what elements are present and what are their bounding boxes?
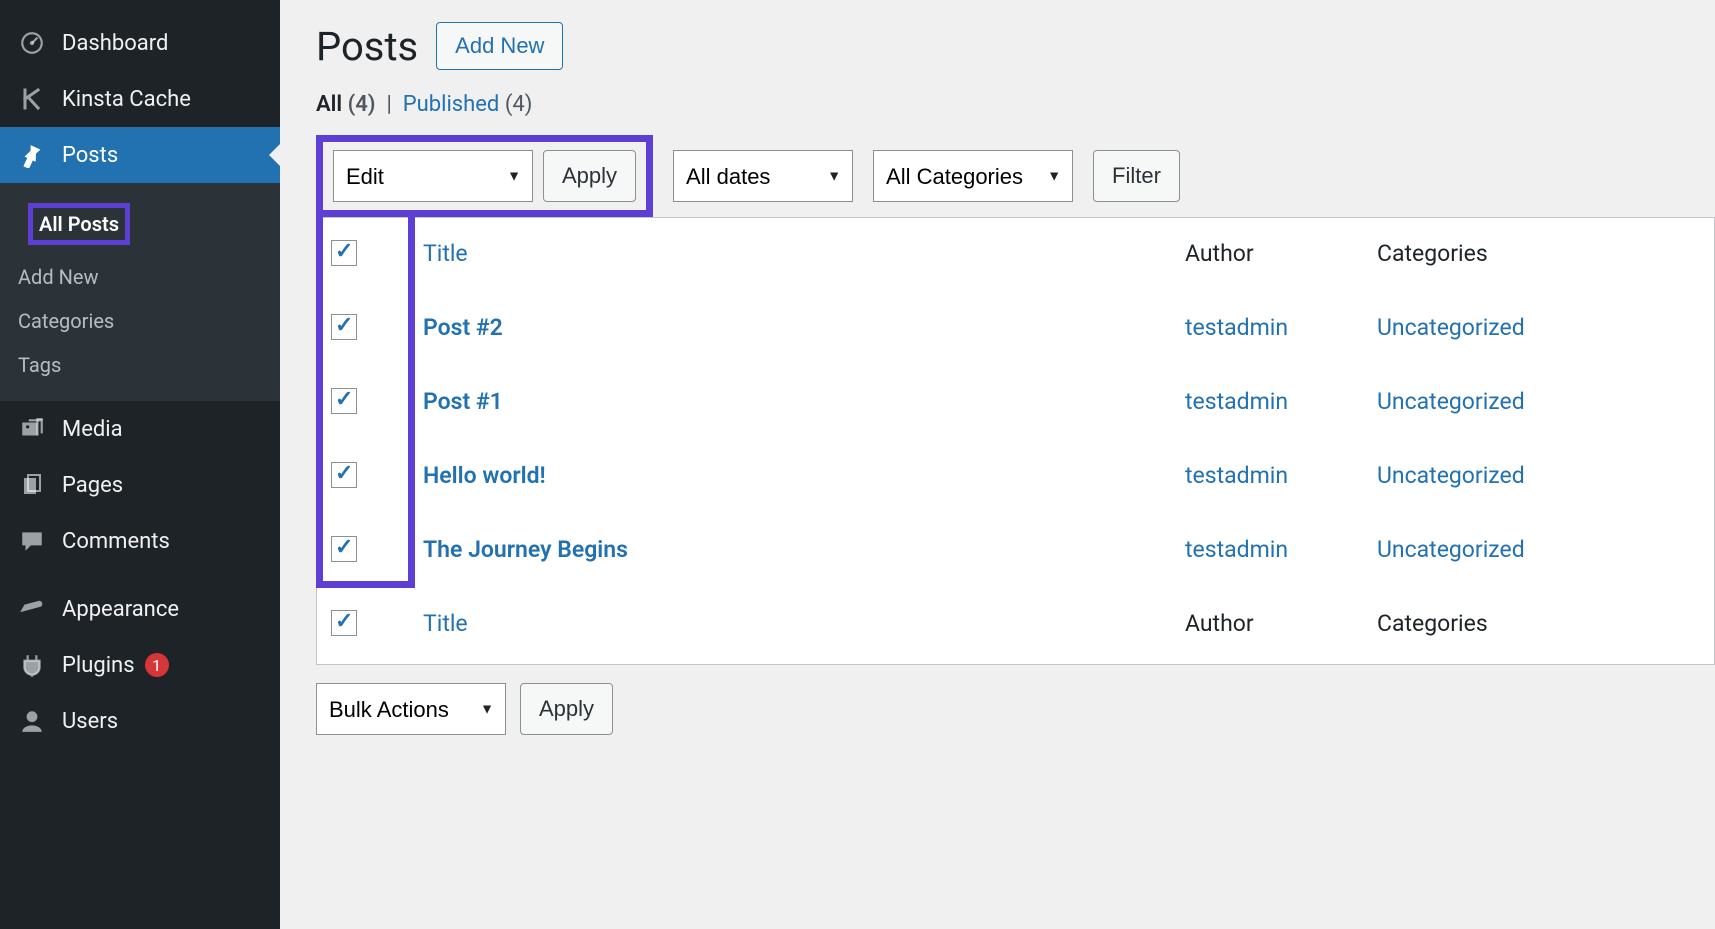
page-title: Posts	[316, 23, 418, 70]
sidebar-item-comments[interactable]: Comments	[0, 513, 280, 569]
appearance-icon	[18, 595, 46, 623]
table-row: Hello world! testadmin Uncategorized	[319, 442, 1712, 514]
comments-icon	[18, 527, 46, 555]
sidebar-item-dashboard[interactable]: Dashboard	[0, 15, 280, 71]
sidebar-item-users[interactable]: Users	[0, 693, 280, 749]
table-row: Post #2 testadmin Uncategorized	[319, 294, 1712, 366]
sidebar-item-appearance[interactable]: Appearance	[0, 581, 280, 637]
main-content: Posts Add New All (4) | Published (4) Ed…	[280, 0, 1715, 929]
sidebar-label: Appearance	[62, 597, 179, 622]
filter-published[interactable]: Published (4)	[403, 92, 533, 117]
status-filters: All (4) | Published (4)	[316, 92, 1715, 117]
column-title-footer[interactable]: Title	[423, 610, 468, 637]
column-author[interactable]: Author	[1173, 220, 1363, 292]
sidebar-item-plugins[interactable]: Plugins 1	[0, 637, 280, 693]
select-all-checkbox-top[interactable]	[331, 240, 357, 266]
post-author-link[interactable]: testadmin	[1185, 388, 1288, 415]
kinsta-icon	[18, 85, 46, 113]
column-categories-footer[interactable]: Categories	[1365, 590, 1712, 662]
sidebar-label: Kinsta Cache	[62, 87, 191, 112]
sidebar-label: Media	[62, 417, 123, 442]
submenu-all-posts[interactable]: All Posts	[0, 193, 280, 255]
sidebar-label: Comments	[62, 529, 170, 554]
filter-button[interactable]: Filter	[1093, 150, 1180, 202]
posts-table: Title Author Categories Post #2 testadmin…	[316, 217, 1715, 665]
post-title-link[interactable]: The Journey Begins	[423, 536, 628, 563]
users-icon	[18, 707, 46, 735]
post-title-link[interactable]: Post #2	[423, 314, 503, 341]
table-row: Post #1 testadmin Uncategorized	[319, 368, 1712, 440]
select-all-checkbox-bottom[interactable]	[331, 610, 357, 636]
column-title[interactable]: Title	[423, 240, 468, 267]
apply-button-top[interactable]: Apply	[543, 150, 636, 202]
plugins-icon	[18, 651, 46, 679]
column-categories[interactable]: Categories	[1365, 220, 1712, 292]
sidebar-item-media[interactable]: Media	[0, 401, 280, 457]
sidebar-label: Pages	[62, 473, 123, 498]
row-checkbox[interactable]	[331, 314, 357, 340]
post-category-link[interactable]: Uncategorized	[1377, 314, 1525, 341]
submenu-label: Tags	[18, 353, 61, 377]
admin-sidebar: Dashboard Kinsta Cache Posts All Posts A…	[0, 0, 280, 929]
submenu-label: Categories	[18, 309, 114, 333]
dashboard-icon	[18, 29, 46, 57]
bulk-action-highlight: Edit Apply	[316, 135, 653, 217]
sidebar-label: Posts	[62, 143, 118, 168]
post-author-link[interactable]: testadmin	[1185, 536, 1288, 563]
submenu-add-new[interactable]: Add New	[0, 255, 280, 299]
sidebar-label: Plugins	[62, 653, 135, 678]
row-checkbox[interactable]	[331, 462, 357, 488]
sidebar-label: Users	[62, 709, 118, 734]
date-filter-select[interactable]: All dates	[673, 150, 853, 202]
sidebar-item-posts[interactable]: Posts	[0, 127, 280, 183]
plugins-badge: 1	[145, 653, 169, 677]
column-author-footer[interactable]: Author	[1173, 590, 1363, 662]
sidebar-label: Dashboard	[62, 31, 168, 56]
bulk-action-select-bottom[interactable]: Bulk Actions	[316, 683, 506, 735]
sidebar-item-pages[interactable]: Pages	[0, 457, 280, 513]
post-category-link[interactable]: Uncategorized	[1377, 388, 1525, 415]
filter-all[interactable]: All (4)	[316, 92, 376, 117]
submenu-categories[interactable]: Categories	[0, 299, 280, 343]
media-icon	[18, 415, 46, 443]
table-row: The Journey Begins testadmin Uncategorized	[319, 516, 1712, 588]
posts-submenu: All Posts Add New Categories Tags	[0, 183, 280, 401]
category-filter-select[interactable]: All Categories	[873, 150, 1073, 202]
pin-icon	[18, 141, 46, 169]
post-title-link[interactable]: Post #1	[423, 388, 503, 415]
apply-button-bottom[interactable]: Apply	[520, 683, 613, 735]
bulk-action-select-top[interactable]: Edit	[333, 150, 533, 202]
submenu-label: Add New	[18, 265, 98, 289]
post-category-link[interactable]: Uncategorized	[1377, 462, 1525, 489]
submenu-label: All Posts	[28, 203, 130, 245]
post-title-link[interactable]: Hello world!	[423, 462, 546, 489]
add-new-button[interactable]: Add New	[436, 22, 563, 70]
row-checkbox[interactable]	[331, 536, 357, 562]
row-checkbox[interactable]	[331, 388, 357, 414]
post-author-link[interactable]: testadmin	[1185, 462, 1288, 489]
post-category-link[interactable]: Uncategorized	[1377, 536, 1525, 563]
post-author-link[interactable]: testadmin	[1185, 314, 1288, 341]
sidebar-item-kinsta-cache[interactable]: Kinsta Cache	[0, 71, 280, 127]
submenu-tags[interactable]: Tags	[0, 343, 280, 387]
pages-icon	[18, 471, 46, 499]
